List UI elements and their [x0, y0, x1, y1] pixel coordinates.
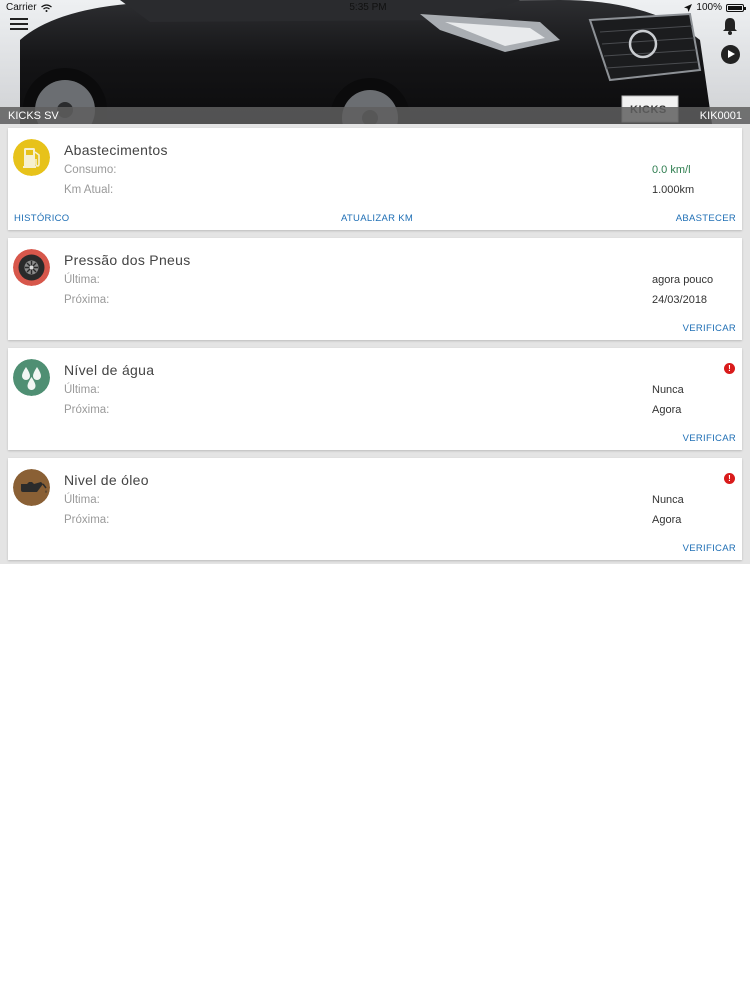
carrier-label: Carrier: [6, 2, 37, 13]
water-drops-icon: [13, 359, 50, 396]
next-check-value: Agora: [652, 514, 682, 526]
notifications-bell-icon[interactable]: [721, 17, 739, 35]
verify-tires-button[interactable]: VERIFICAR: [683, 323, 736, 334]
card-title: Nivel de óleo: [64, 472, 149, 488]
last-check-value: agora pouco: [652, 274, 714, 286]
verify-oil-button[interactable]: VERIFICAR: [683, 543, 736, 554]
alert-icon: !: [724, 363, 735, 374]
next-check-value: Agora: [652, 404, 682, 416]
consumption-label: Consumo:: [64, 164, 117, 176]
card-title: Pressão dos Pneus: [64, 252, 191, 268]
next-check-value: 24/03/2018: [652, 294, 708, 306]
clock: 5:35 PM: [349, 2, 387, 13]
vehicle-hero: KICKS Carrier 5:35 PM 100% KICKS SV KIK0…: [0, 0, 750, 124]
next-check-label: Próxima:: [64, 294, 110, 306]
current-km-value: 1.000km: [652, 184, 695, 196]
play-video-icon[interactable]: [721, 45, 740, 64]
verify-water-button[interactable]: VERIFICAR: [683, 433, 736, 444]
empty-area: [0, 564, 750, 1000]
last-check-label: Última:: [64, 384, 100, 396]
location-arrow-icon: [684, 3, 693, 12]
vehicle-model-bar: KICKS SV KIK0001: [0, 107, 750, 124]
maintenance-card-list: Abastecimentos Consumo: 0.0 km/l Km Atua…: [0, 124, 750, 564]
next-check-label: Próxima:: [64, 404, 110, 416]
hamburger-menu-icon[interactable]: [10, 18, 28, 32]
alert-icon: !: [724, 473, 735, 484]
battery-icon: [725, 3, 746, 12]
card-title: Abastecimentos: [64, 142, 168, 158]
consumption-value: 0.0 km/l: [652, 164, 691, 176]
last-check-value: Nunca: [652, 494, 684, 506]
status-bar: Carrier 5:35 PM 100%: [0, 0, 750, 15]
history-button[interactable]: HISTÓRICO: [14, 213, 69, 224]
current-km-label: Km Atual:: [64, 184, 114, 196]
card-title: Nível de água: [64, 362, 155, 378]
oil-level-card: Nivel de óleo ! Última: Nunca Próxima: A…: [8, 458, 742, 560]
last-check-label: Última:: [64, 274, 100, 286]
vehicle-model-name: KICKS SV: [8, 109, 59, 122]
refuel-button[interactable]: ABASTECER: [676, 213, 736, 224]
tire-pressure-card: Pressão dos Pneus Última: agora pouco Pr…: [8, 238, 742, 340]
oil-can-icon: [13, 469, 50, 506]
battery-percent: 100%: [696, 2, 722, 13]
wifi-icon: [40, 3, 52, 12]
vehicle-id: KIK0001: [699, 109, 742, 122]
tire-icon: [13, 249, 50, 286]
last-check-value: Nunca: [652, 384, 684, 396]
last-check-label: Última:: [64, 494, 100, 506]
fuel-card: Abastecimentos Consumo: 0.0 km/l Km Atua…: [8, 128, 742, 230]
update-km-button[interactable]: ATUALIZAR KM: [341, 213, 413, 224]
fuel-pump-icon: [13, 139, 50, 176]
water-level-card: Nível de água ! Última: Nunca Próxima: A…: [8, 348, 742, 450]
next-check-label: Próxima:: [64, 514, 110, 526]
